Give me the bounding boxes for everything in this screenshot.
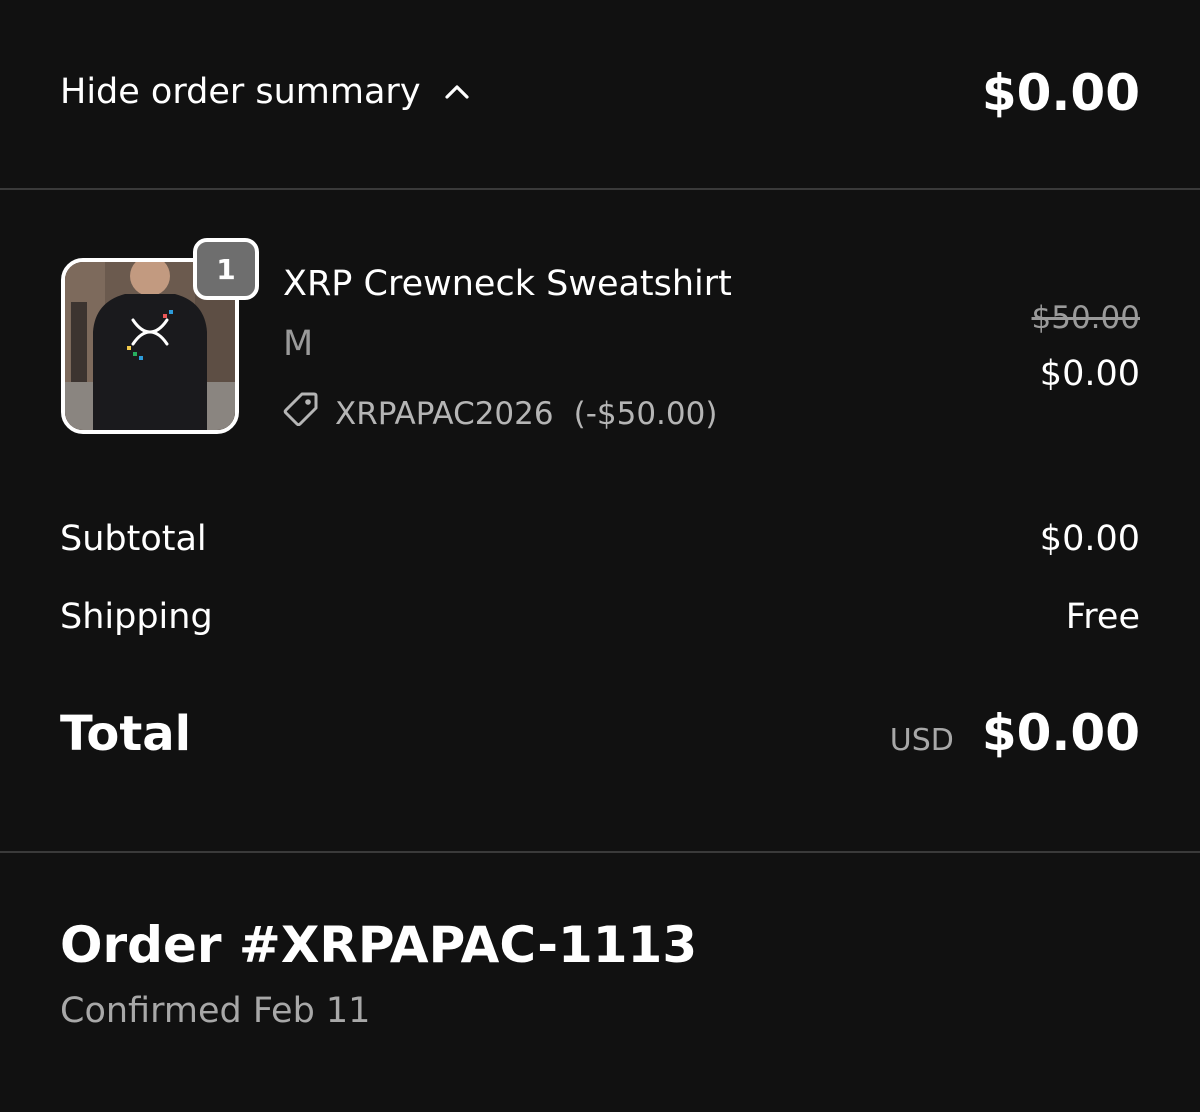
- quantity-badge: 1: [193, 238, 259, 300]
- shipping-value: Free: [1065, 597, 1140, 637]
- total-amount-group: USD $0.00: [889, 704, 1140, 764]
- total-label: Total: [60, 706, 192, 762]
- header-total-price: $0.00: [981, 64, 1140, 122]
- shipping-row: Shipping Free: [60, 594, 1140, 640]
- product-name: XRP Crewneck Sweatshirt: [283, 264, 732, 304]
- subtotal-label: Subtotal: [60, 519, 207, 559]
- total-row: Total USD $0.00: [60, 702, 1140, 766]
- subtotal-value: $0.00: [1039, 519, 1140, 559]
- section-divider: [0, 851, 1200, 853]
- hide-order-summary-toggle[interactable]: Hide order summary: [60, 68, 471, 116]
- discount-amount: (-$50.00): [573, 396, 718, 432]
- order-summary-header: Hide order summary $0.00: [0, 0, 1200, 190]
- order-confirmation-date: Confirmed Feb 11: [60, 991, 371, 1031]
- toggle-label: Hide order summary: [60, 72, 421, 112]
- tag-icon: [283, 390, 319, 438]
- currency-code: USD: [889, 723, 954, 758]
- line-item: 1 XRP Crewneck Sweatshirt M XRPAPAC2026 …: [0, 238, 1200, 438]
- product-variant: M: [283, 324, 314, 364]
- current-price: $0.00: [1039, 354, 1140, 394]
- subtotal-row: Subtotal $0.00: [60, 516, 1140, 562]
- discount-code-row: XRPAPAC2026 (-$50.00): [283, 390, 717, 438]
- shipping-label: Shipping: [60, 597, 213, 637]
- total-amount: $0.00: [981, 704, 1140, 762]
- original-price: $50.00: [1031, 300, 1140, 336]
- order-number: Order #XRPAPAC-1113: [60, 916, 698, 974]
- discount-code: XRPAPAC2026: [335, 396, 554, 432]
- product-thumbnail-wrapper: 1: [61, 238, 259, 434]
- chevron-up-icon: [443, 82, 471, 102]
